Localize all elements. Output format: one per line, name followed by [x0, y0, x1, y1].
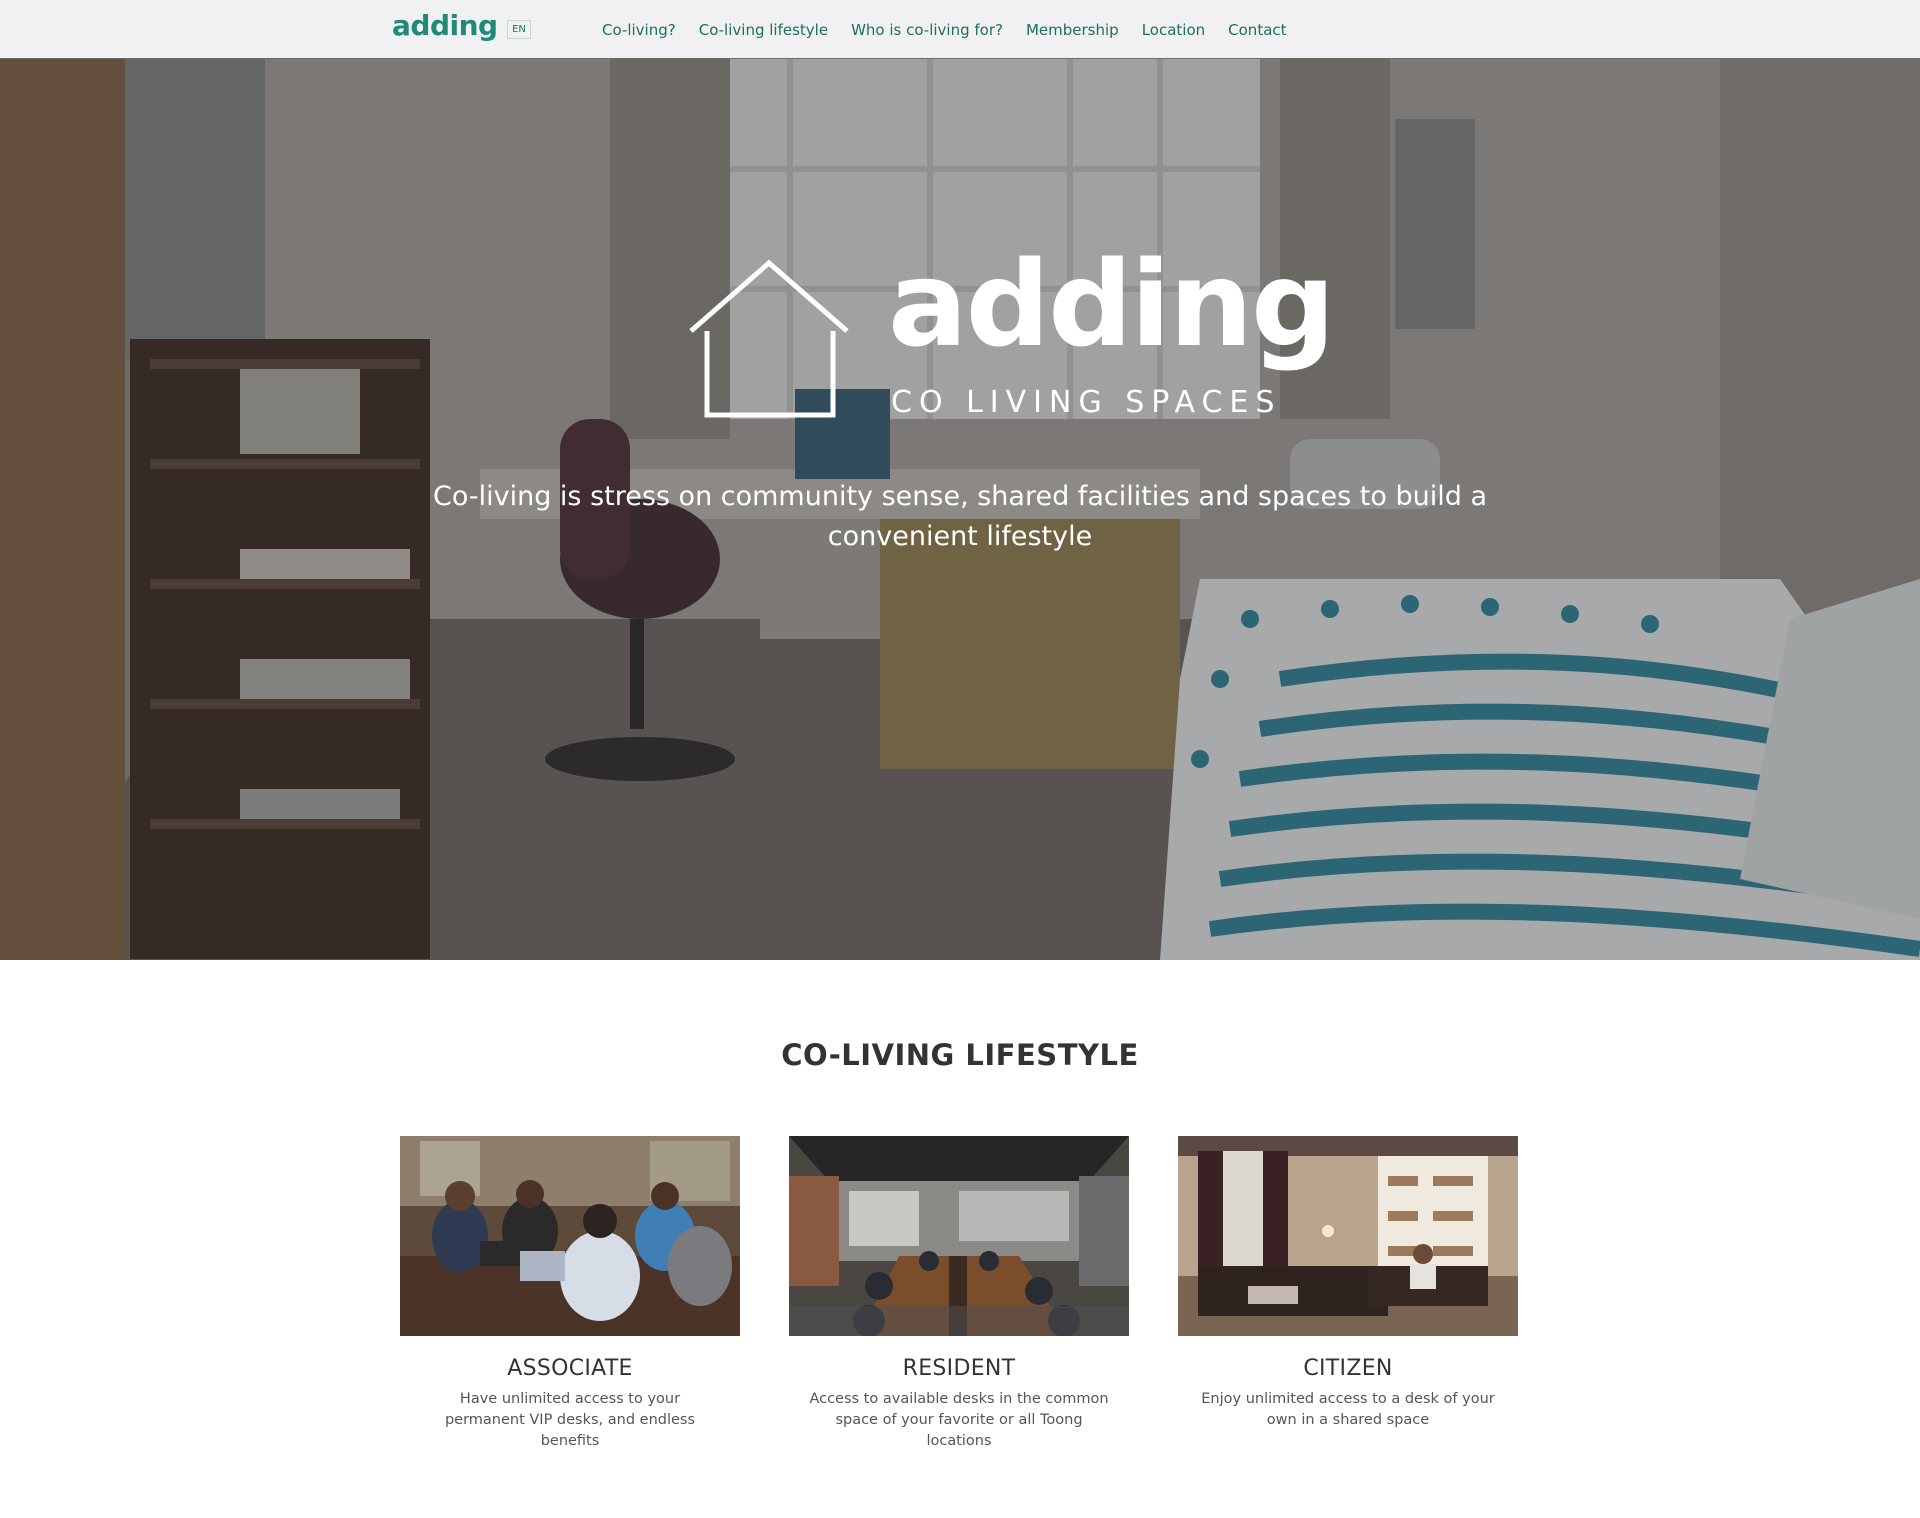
hero-tagline: Co-living is stress on community sense, …: [432, 481, 1487, 552]
resident-photo-common-space: [789, 1136, 1129, 1336]
card-description-resident: Access to available desks in the common …: [809, 1391, 1109, 1449]
house-outline-icon: [689, 259, 849, 418]
card-title-citizen: CITIZEN: [1303, 1356, 1393, 1381]
membership-card-associate[interactable]: ASSOCIATE Have unlimited access to your …: [400, 1136, 740, 1452]
top-navigation-bar: adding EN Co-living? Co-living lifestyle…: [0, 0, 1920, 59]
associate-photo-people-working: [400, 1136, 740, 1336]
nav-link-co-living-lifestyle[interactable]: Co-living lifestyle: [699, 21, 828, 39]
main-nav: Co-living? Co-living lifestyle Who is co…: [602, 0, 1310, 59]
hero-brand-wordmark: adding: [888, 235, 1335, 373]
citizen-photo-shared-lounge: [1178, 1136, 1518, 1336]
membership-card-citizen[interactable]: CITIZEN Enjoy unlimited access to a desk…: [1178, 1136, 1518, 1431]
card-description-associate: Have unlimited access to your permanent …: [444, 1391, 696, 1449]
membership-card-resident[interactable]: RESIDENT Access to available desks in th…: [789, 1136, 1129, 1452]
section-title-co-living-lifestyle: CO-LIVING LIFESTYLE: [781, 1038, 1139, 1072]
card-description-citizen: Enjoy unlimited access to a desk of your…: [1201, 1391, 1495, 1428]
hero-banner: adding CO LIVING SPACES Co-living is str…: [0, 59, 1920, 960]
card-title-resident: RESIDENT: [902, 1356, 1016, 1381]
card-title-associate: ASSOCIATE: [507, 1356, 633, 1381]
nav-link-location[interactable]: Location: [1142, 21, 1205, 39]
language-switcher[interactable]: EN: [507, 20, 531, 39]
nav-link-membership[interactable]: Membership: [1026, 21, 1119, 39]
site-logo[interactable]: adding: [392, 12, 498, 40]
hero-subtitle: CO LIVING SPACES: [891, 385, 1282, 420]
nav-link-who-is-co-living-for[interactable]: Who is co-living for?: [851, 21, 1003, 39]
nav-link-co-living[interactable]: Co-living?: [602, 21, 676, 39]
nav-link-contact[interactable]: Contact: [1228, 21, 1286, 39]
